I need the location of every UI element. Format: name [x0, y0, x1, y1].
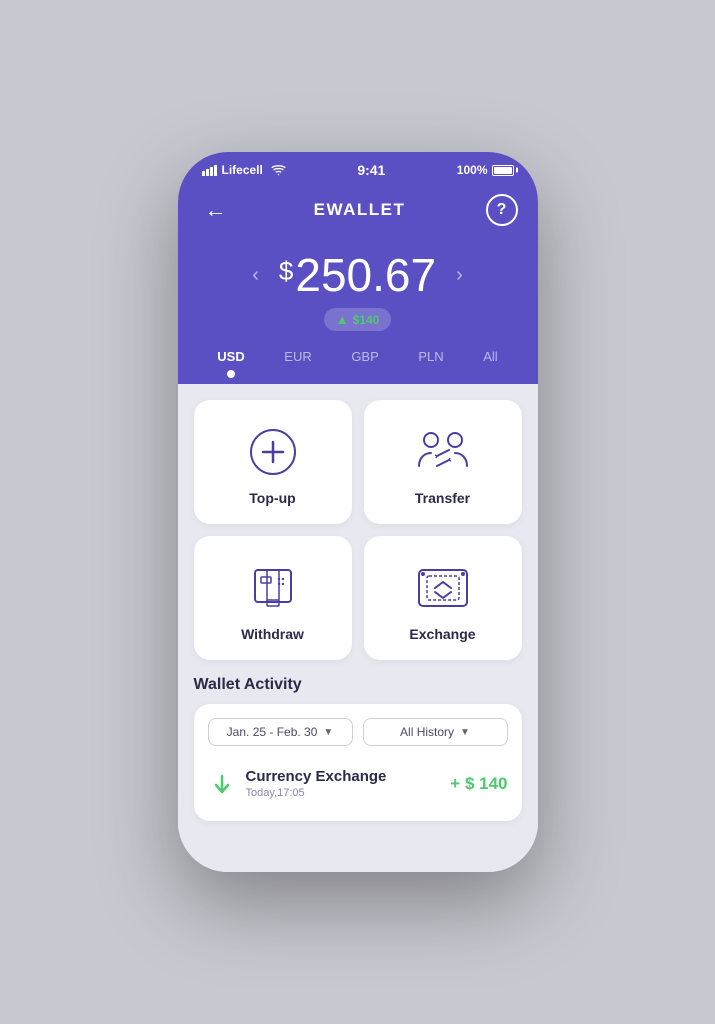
transaction-amount: + $ 140: [450, 774, 507, 794]
exchange-card[interactable]: Exchange: [364, 536, 522, 660]
transfer-card[interactable]: Transfer: [364, 400, 522, 524]
date-filter-button[interactable]: Jan. 25 - Feb. 30 ▼: [208, 718, 353, 746]
activity-filters: Jan. 25 - Feb. 30 ▼ All History ▼: [208, 718, 508, 746]
history-filter-chevron-icon: ▼: [460, 727, 470, 738]
back-button[interactable]: ←: [198, 192, 234, 228]
exchange-icon: [415, 560, 471, 616]
date-filter-chevron-icon: ▼: [323, 727, 333, 738]
transaction-item: Currency Exchange Today,17:05 + $ 140: [208, 760, 508, 807]
transfer-label: Transfer: [415, 490, 470, 506]
withdraw-card[interactable]: Withdraw: [194, 536, 352, 660]
tab-all[interactable]: All: [475, 343, 505, 370]
badge-amount: $140: [353, 313, 380, 327]
withdraw-label: Withdraw: [241, 626, 304, 642]
history-filter-button[interactable]: All History ▼: [363, 718, 508, 746]
tab-eur[interactable]: EUR: [276, 343, 319, 370]
topup-label: Top-up: [249, 490, 295, 506]
balance-amount-value: 250.67: [295, 248, 436, 302]
app-header: ← EWALLET ?: [178, 184, 538, 240]
main-content: Top-up: [178, 384, 538, 872]
status-time: 9:41: [357, 162, 385, 178]
date-filter-label: Jan. 25 - Feb. 30: [227, 725, 318, 739]
currency-symbol: $: [279, 256, 293, 287]
battery-percent: 100%: [457, 163, 488, 177]
balance-row: ‹ $ 250.67 ›: [198, 248, 518, 302]
transaction-time: Today,17:05: [246, 787, 441, 799]
activity-card: Jan. 25 - Feb. 30 ▼ All History ▼: [194, 704, 522, 821]
tab-gbp[interactable]: GBP: [343, 343, 386, 370]
next-currency-button[interactable]: ›: [448, 260, 471, 291]
currency-tabs: USD EUR GBP PLN All: [178, 343, 538, 370]
transaction-direction-icon: [208, 770, 236, 798]
badge-arrow-icon: ▲: [336, 312, 349, 327]
exchange-label: Exchange: [409, 626, 475, 642]
withdraw-icon: [245, 560, 301, 616]
action-grid: Top-up: [178, 384, 538, 668]
carrier-label: Lifecell: [222, 163, 263, 177]
balance-section: ‹ $ 250.67 › ▲ $140: [178, 240, 538, 343]
history-filter-label: All History: [400, 725, 454, 739]
transfer-icon: [415, 424, 471, 480]
page-title: EWALLET: [314, 200, 406, 220]
tab-pln[interactable]: PLN: [410, 343, 451, 370]
topup-icon: [245, 424, 301, 480]
battery-icon: [492, 165, 514, 176]
status-battery: 100%: [457, 163, 514, 177]
transaction-info: Currency Exchange Today,17:05: [246, 768, 441, 799]
help-button[interactable]: ?: [486, 194, 518, 226]
status-bar: Lifecell 9:41 100%: [178, 152, 538, 184]
tab-usd[interactable]: USD: [209, 343, 252, 370]
wallet-activity-title: Wallet Activity: [194, 676, 522, 694]
phone-shell: Lifecell 9:41 100% ← EWALLET ? ‹ $ 2: [178, 152, 538, 872]
balance-change-badge: ▲ $140: [324, 308, 392, 331]
prev-currency-button[interactable]: ‹: [244, 260, 267, 291]
status-carrier: Lifecell: [202, 163, 286, 177]
wallet-activity-section: Wallet Activity Jan. 25 - Feb. 30 ▼ All …: [178, 668, 538, 821]
balance-display: $ 250.67: [279, 248, 436, 302]
transaction-name: Currency Exchange: [246, 768, 441, 785]
topup-card[interactable]: Top-up: [194, 400, 352, 524]
